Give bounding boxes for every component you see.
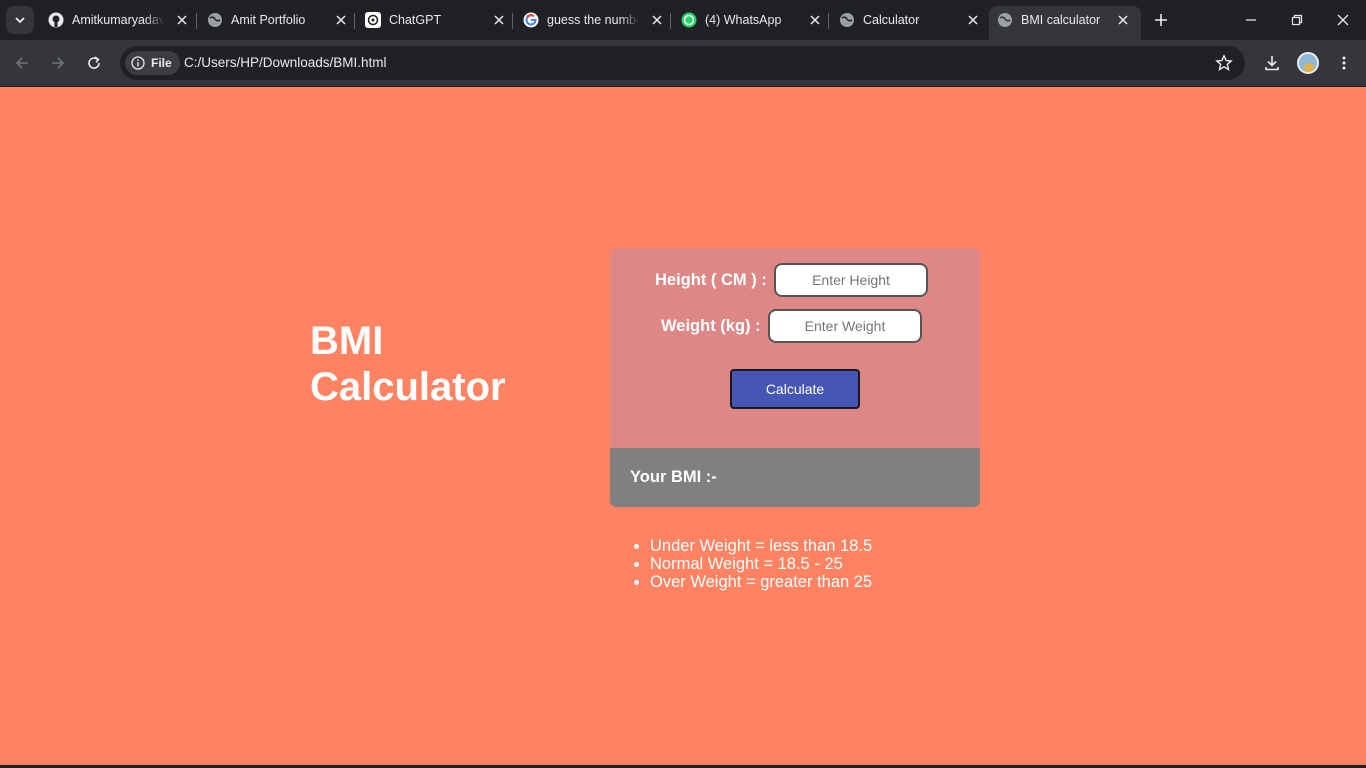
close-icon[interactable] [965,12,981,28]
tab-whatsapp[interactable]: (4) WhatsApp [681,6,827,34]
tab-title: Calculator [863,13,920,27]
close-icon[interactable] [1115,12,1131,28]
weight-input[interactable] [768,309,922,343]
page-title-line2: Calculator [310,365,506,409]
tab-separator [828,13,829,29]
tab-google[interactable]: guess the numbe [523,6,669,34]
address-bar[interactable]: File C:/Users/HP/Downloads/BMI.html [120,46,1245,80]
forward-arrow-icon [52,57,65,69]
info-icon [131,56,145,70]
minimize-button[interactable] [1239,8,1263,32]
tab-portfolio[interactable]: Amit Portfolio [207,6,353,34]
profile-button[interactable] [1296,51,1320,75]
height-input[interactable] [774,263,928,297]
chevron-down-icon [15,17,25,24]
tab-separator [512,13,513,29]
close-icon[interactable] [491,12,507,28]
url-text[interactable]: C:/Users/HP/Downloads/BMI.html [184,55,387,70]
close-icon[interactable] [807,12,823,28]
close-window-button[interactable] [1331,8,1355,32]
globe-icon [207,12,223,28]
calculate-button[interactable]: Calculate [730,369,860,409]
minimize-icon [1246,19,1256,21]
list-item: Normal Weight = 18.5 - 25 [650,555,872,573]
chatgpt-icon [365,12,381,28]
tab-github[interactable]: Amitkumaryadav [48,6,194,34]
tab-title: (4) WhatsApp [705,13,782,27]
tab-chatgpt[interactable]: ChatGPT [365,6,511,34]
close-icon[interactable] [174,12,190,28]
github-icon [48,12,64,28]
weight-label: Weight (kg) : [661,317,761,335]
browser-toolbar: File C:/Users/HP/Downloads/BMI.html [0,40,1366,87]
globe-icon [839,12,855,28]
avatar [1297,52,1319,74]
google-icon [523,12,539,28]
tab-separator [354,13,355,29]
back-button[interactable] [10,51,34,75]
tab-search-button[interactable] [6,6,34,34]
tab-strip: Amitkumaryadav Amit Portfolio ChatGPT gu… [0,0,1366,40]
bmi-result-label: Your BMI :- [630,468,717,486]
tab-title: BMI calculator [1021,13,1101,27]
restore-button[interactable] [1285,8,1309,32]
page-title-line1: BMI [310,319,384,363]
reload-icon [88,56,100,69]
bmi-ranges-list: Under Weight = less than 18.5 Normal Wei… [650,537,872,591]
plus-icon [1155,14,1167,26]
forward-button[interactable] [46,51,70,75]
close-icon[interactable] [333,12,349,28]
page-title: BMI Calculator [310,318,570,410]
tab-bmi-calculator[interactable]: BMI calculator [989,6,1141,40]
close-icon [1337,14,1349,26]
tab-title: Amitkumaryadav [72,13,164,27]
whatsapp-icon [681,12,697,28]
bookmark-star-icon[interactable] [1215,54,1233,72]
downloads-button[interactable] [1260,51,1284,75]
back-arrow-icon [15,57,28,69]
tab-title: Amit Portfolio [231,13,306,27]
reload-button[interactable] [82,51,106,75]
menu-button[interactable] [1332,51,1356,75]
tab-calculator[interactable]: Calculator [839,6,985,34]
tab-title: guess the numbe [547,13,639,27]
more-vert-icon [1342,56,1346,70]
list-item: Under Weight = less than 18.5 [650,537,872,555]
tab-separator [196,13,197,29]
new-tab-button[interactable] [1149,8,1173,32]
height-label: Height ( CM ) : [655,271,767,289]
tab-title: ChatGPT [389,13,442,27]
globe-icon [997,12,1013,28]
download-icon [1265,56,1279,71]
site-info-label: File [151,56,172,70]
tab-separator [670,13,671,29]
bmi-form-card: Height ( CM ) : Weight (kg) : Calculate [610,248,980,448]
bmi-result-panel: Your BMI :- [610,448,980,507]
site-info-chip[interactable]: File [125,51,180,75]
list-item: Over Weight = greater than 25 [650,573,872,591]
close-icon[interactable] [649,12,665,28]
restore-icon [1291,14,1303,26]
